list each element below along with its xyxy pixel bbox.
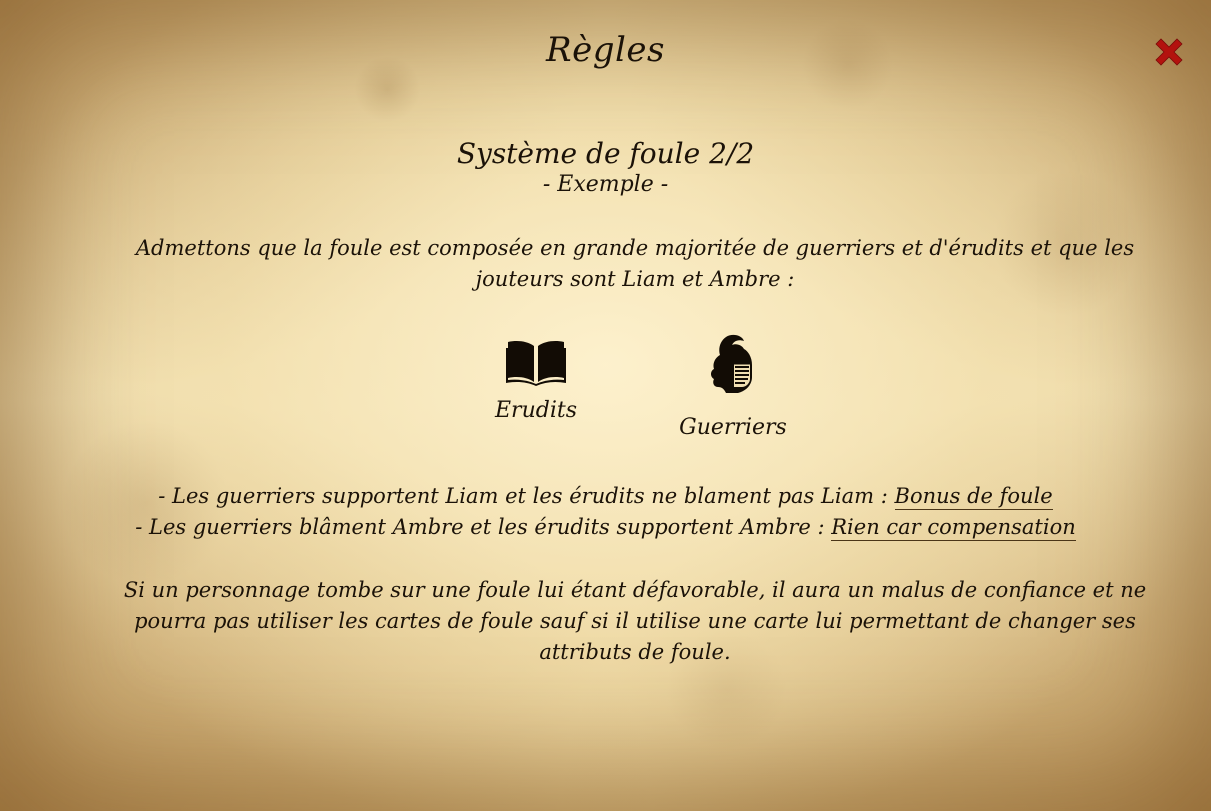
page-title: Règles (546, 30, 665, 70)
open-book-icon (506, 341, 566, 386)
section-subtitle: - Exemple - (542, 172, 669, 197)
knight-helmet-icon (711, 334, 752, 393)
crowd-type-guerriers: Guerriers (672, 333, 794, 440)
crowd-type-label: Erudits (495, 398, 577, 423)
parchment-vignette (0, 0, 1211, 811)
example-line: - Les guerriers supportent Liam et les é… (0, 481, 1211, 512)
intro-text: Admettons que la foule est composée en g… (135, 236, 1135, 291)
example-result: Rien car compensation (831, 515, 1076, 541)
examples-list: - Les guerriers supportent Liam et les é… (0, 481, 1211, 543)
example-line: - Les guerriers blâment Ambre et les éru… (0, 512, 1211, 543)
section-title: Système de foule 2/2 (456, 137, 755, 170)
close-button[interactable] (1151, 34, 1187, 70)
example-text: - Les guerriers blâment Ambre et les éru… (135, 515, 832, 539)
crowd-type-erudits: Erudits (478, 336, 594, 423)
example-text: - Les guerriers supportent Liam et les é… (158, 484, 895, 508)
conclusion-text: Si un personnage tombe sur une foule lui… (123, 578, 1147, 664)
example-result: Bonus de foule (894, 484, 1053, 510)
crowd-type-label: Guerriers (679, 415, 787, 440)
close-x-icon[interactable] (1151, 34, 1187, 70)
